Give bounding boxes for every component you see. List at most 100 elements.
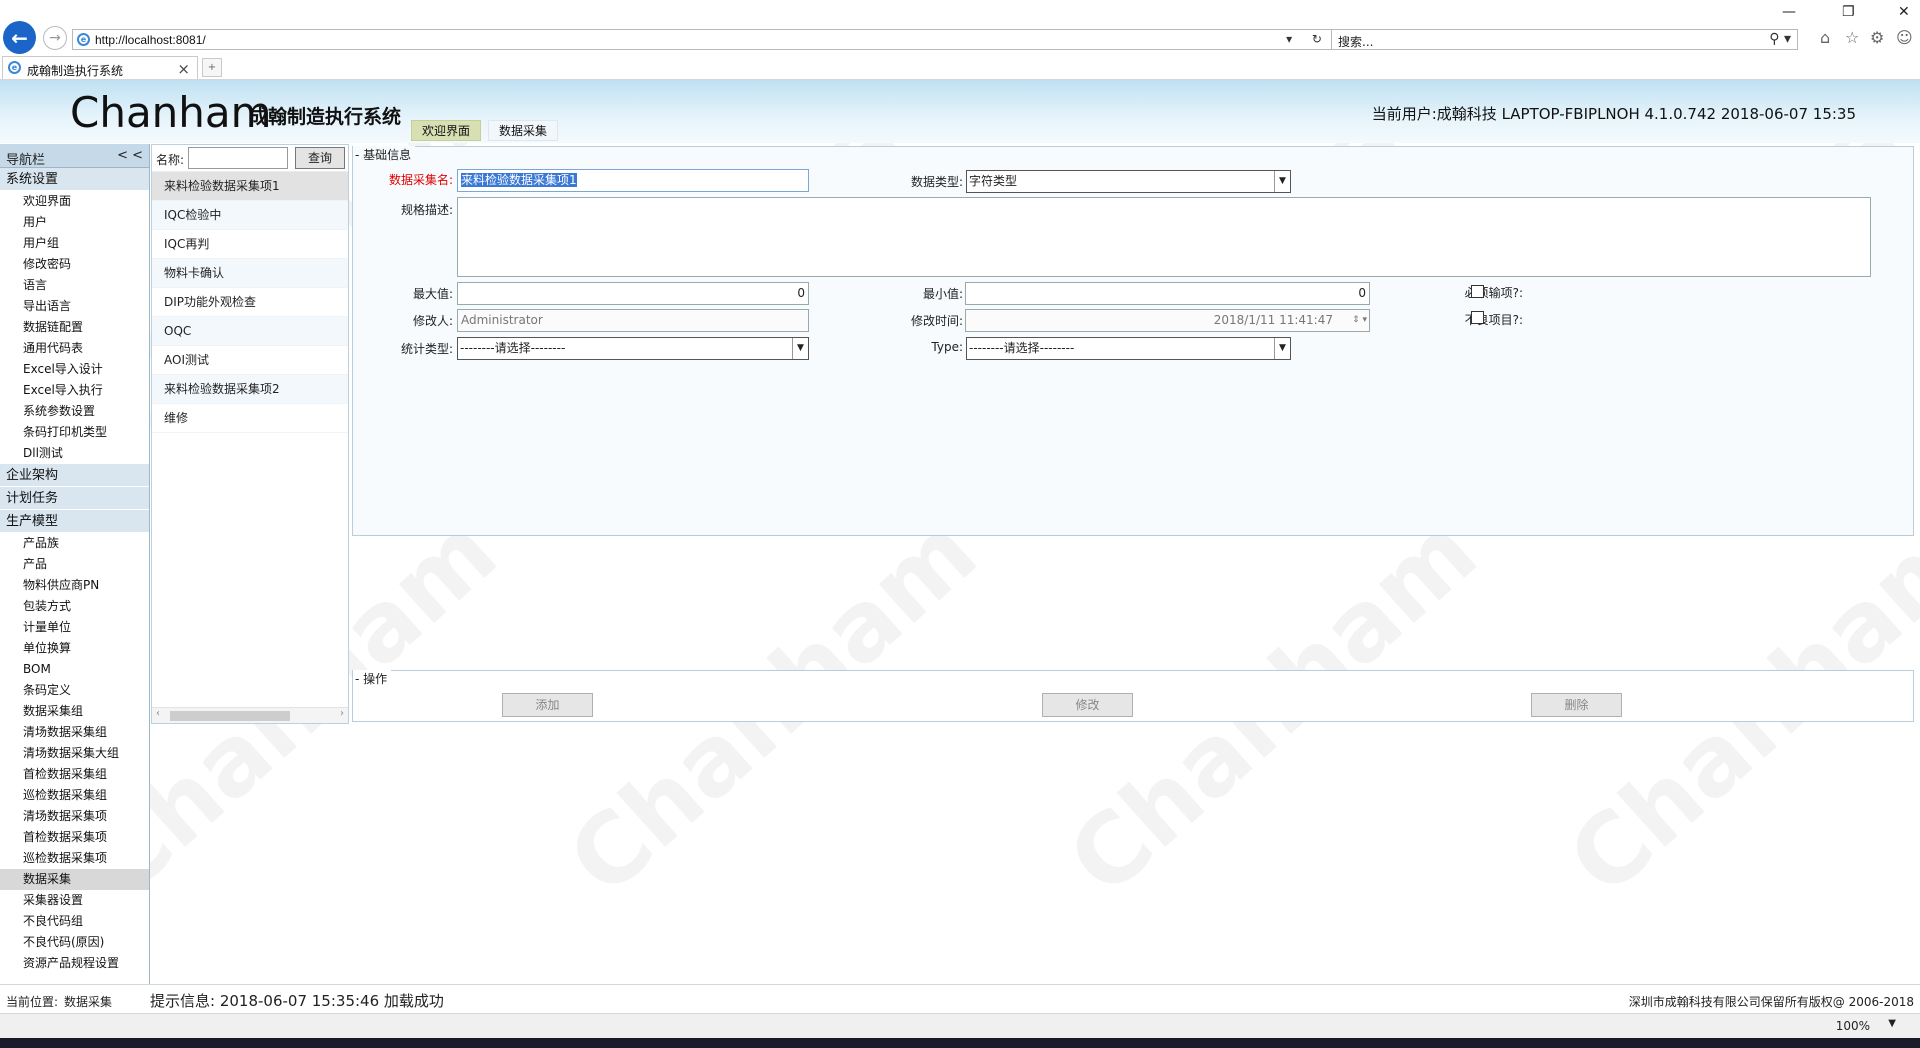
delete-button[interactable]: 删除 [1531, 693, 1622, 717]
sidebar-item[interactable]: 欢迎界面 [0, 191, 149, 212]
sidebar-item[interactable]: 包装方式 [0, 596, 149, 617]
chevron-down-icon[interactable]: ▼ [792, 338, 808, 359]
modtime-field[interactable]: 2018/1/11 11:41:47 ⇕ ▾ [965, 309, 1370, 332]
sidebar-item[interactable]: 用户组 [0, 233, 149, 254]
basic-info-form: - 基础信息 数据采集名: 来料检验数据采集项1 数据类型: 字符类型 ▼ 规格… [352, 146, 1914, 536]
spinner-icon[interactable]: ⇕ ▾ [1352, 310, 1367, 331]
query-button[interactable]: 查询 [295, 147, 345, 169]
list-item[interactable]: AOI测试 [152, 346, 348, 375]
stat-type-select[interactable]: --------请选择-------- ▼ [457, 337, 809, 360]
scroll-right-icon[interactable]: › [340, 708, 344, 719]
sidebar-item[interactable]: 巡检数据采集组 [0, 785, 149, 806]
sidebar-item[interactable]: 产品 [0, 554, 149, 575]
sidebar-item[interactable]: 不良代码(原因) [0, 932, 149, 953]
sidebar-item[interactable]: 清场数据采集大组 [0, 743, 149, 764]
sidebar-item[interactable]: 清场数据采集项 [0, 806, 149, 827]
ops-legend: - 操作 [353, 670, 392, 687]
search-input[interactable]: 搜索... ⚲ ▾ [1331, 29, 1798, 50]
sidebar-item[interactable]: 清场数据采集组 [0, 722, 149, 743]
section-enterprise[interactable]: 企业架构 [0, 464, 149, 487]
smiley-icon[interactable]: ☺ [1896, 28, 1913, 47]
browser-chrome: — ❐ ✕ ← → e http://localhost:8081/ ▾ ↻ 搜… [0, 0, 1920, 80]
sidebar-item[interactable]: 巡检数据采集项 [0, 848, 149, 869]
desc-textarea[interactable] [457, 197, 1871, 277]
scroll-thumb[interactable] [170, 711, 290, 721]
sidebar-item[interactable]: Excel导入设计 [0, 359, 149, 380]
sidebar-item[interactable]: 不良代码组 [0, 911, 149, 932]
sidebar-item[interactable]: 数据链配置 [0, 317, 149, 338]
max-field[interactable]: 0 [457, 282, 809, 305]
sidebar-item[interactable]: 修改密码 [0, 254, 149, 275]
address-bar[interactable]: e http://localhost:8081/ ▾ ↻ [72, 29, 1337, 50]
back-button[interactable]: ← [3, 21, 36, 54]
list-item[interactable]: IQC再判 [152, 230, 348, 259]
required-checkbox[interactable] [1471, 285, 1484, 298]
modifier-label: 修改人: [412, 314, 453, 328]
sidebar-item[interactable]: 首检数据采集项 [0, 827, 149, 848]
name-search-input[interactable] [188, 147, 288, 169]
stat-type-value: --------请选择-------- [460, 341, 566, 355]
name-field[interactable]: 来料检验数据采集项1 [457, 169, 809, 192]
sidebar-item[interactable]: 条码定义 [0, 680, 149, 701]
sidebar-item[interactable]: Excel导入执行 [0, 380, 149, 401]
sidebar-item[interactable]: 首检数据采集组 [0, 764, 149, 785]
tab-welcome[interactable]: 欢迎界面 [411, 120, 482, 141]
sidebar-item[interactable]: 单位换算 [0, 638, 149, 659]
user-info: 当前用户:成翰科技 LAPTOP-FBIPLNOH 4.1.0.742 2018… [1371, 105, 1856, 123]
close-tab-icon[interactable]: × [177, 60, 190, 78]
chevron-down-icon[interactable]: ▼ [1274, 338, 1290, 359]
defect-checkbox[interactable] [1471, 311, 1484, 324]
list-item[interactable]: 来料检验数据采集项1 [152, 172, 348, 201]
sidebar-item[interactable]: 资源产品规程设置 [0, 953, 149, 974]
collapse-icon[interactable]: < < [117, 148, 143, 163]
modifier-field[interactable]: Administrator [457, 309, 809, 332]
sidebar-item[interactable]: 数据采集组 [0, 701, 149, 722]
restore-icon[interactable]: ❐ [1842, 4, 1855, 20]
sidebar-item[interactable]: 数据采集 [0, 869, 149, 890]
typeb-select[interactable]: --------请选择-------- ▼ [966, 337, 1291, 360]
scroll-left-icon[interactable]: ‹ [156, 708, 160, 719]
sidebar-item[interactable]: 物料供应商PN [0, 575, 149, 596]
favorites-icon[interactable]: ☆ [1845, 28, 1859, 47]
sidebar-header: 导航栏 < < [0, 144, 149, 168]
close-window-icon[interactable]: ✕ [1898, 4, 1910, 20]
add-button[interactable]: 添加 [502, 693, 593, 717]
list-item[interactable]: IQC检验中 [152, 201, 348, 230]
sidebar-item[interactable]: 产品族 [0, 533, 149, 554]
edit-button[interactable]: 修改 [1042, 693, 1133, 717]
sidebar-item[interactable]: 系统参数设置 [0, 401, 149, 422]
gear-icon[interactable]: ⚙ [1870, 28, 1884, 47]
list-item[interactable]: 维修 [152, 404, 348, 433]
list-scrollbar[interactable]: ‹ › [152, 707, 348, 723]
sidebar-item[interactable]: 计量单位 [0, 617, 149, 638]
list-item[interactable]: OQC [152, 317, 348, 346]
list-item[interactable]: DIP功能外观检查 [152, 288, 348, 317]
list-item[interactable]: 来料检验数据采集项2 [152, 375, 348, 404]
zoom-dropdown-icon[interactable]: ▼ [1888, 1018, 1896, 1029]
section-system[interactable]: 系统设置 [0, 168, 149, 191]
sidebar-item[interactable]: 条码打印机类型 [0, 422, 149, 443]
search-icon[interactable]: ⚲ ▾ [1769, 31, 1791, 47]
tab-data-collect[interactable]: 数据采集 [488, 120, 559, 141]
zoom-level[interactable]: 100% [1836, 1019, 1870, 1033]
section-plan[interactable]: 计划任务 [0, 487, 149, 510]
sidebar-item[interactable]: 语言 [0, 275, 149, 296]
minimize-icon[interactable]: — [1782, 4, 1796, 20]
browser-tab[interactable]: e 成翰制造执行系统 × [2, 56, 198, 79]
home-icon[interactable]: ⌂ [1820, 28, 1830, 47]
chevron-down-icon[interactable]: ▼ [1274, 171, 1290, 192]
min-field[interactable]: 0 [965, 282, 1370, 305]
new-tab-button[interactable]: + [202, 58, 222, 77]
address-tools[interactable]: ▾ ↻ [1286, 32, 1330, 46]
sidebar-item[interactable]: 采集器设置 [0, 890, 149, 911]
type-select[interactable]: 字符类型 ▼ [966, 170, 1291, 193]
section-production[interactable]: 生产模型 [0, 510, 149, 533]
forward-button[interactable]: → [43, 26, 67, 50]
sidebar-item[interactable]: 通用代码表 [0, 338, 149, 359]
sidebar-item[interactable]: 导出语言 [0, 296, 149, 317]
ie-page-icon: e [77, 33, 90, 46]
sidebar-item[interactable]: Dll测试 [0, 443, 149, 464]
sidebar-item[interactable]: 用户 [0, 212, 149, 233]
sidebar-item[interactable]: BOM [0, 659, 149, 680]
list-item[interactable]: 物料卡确认 [152, 259, 348, 288]
